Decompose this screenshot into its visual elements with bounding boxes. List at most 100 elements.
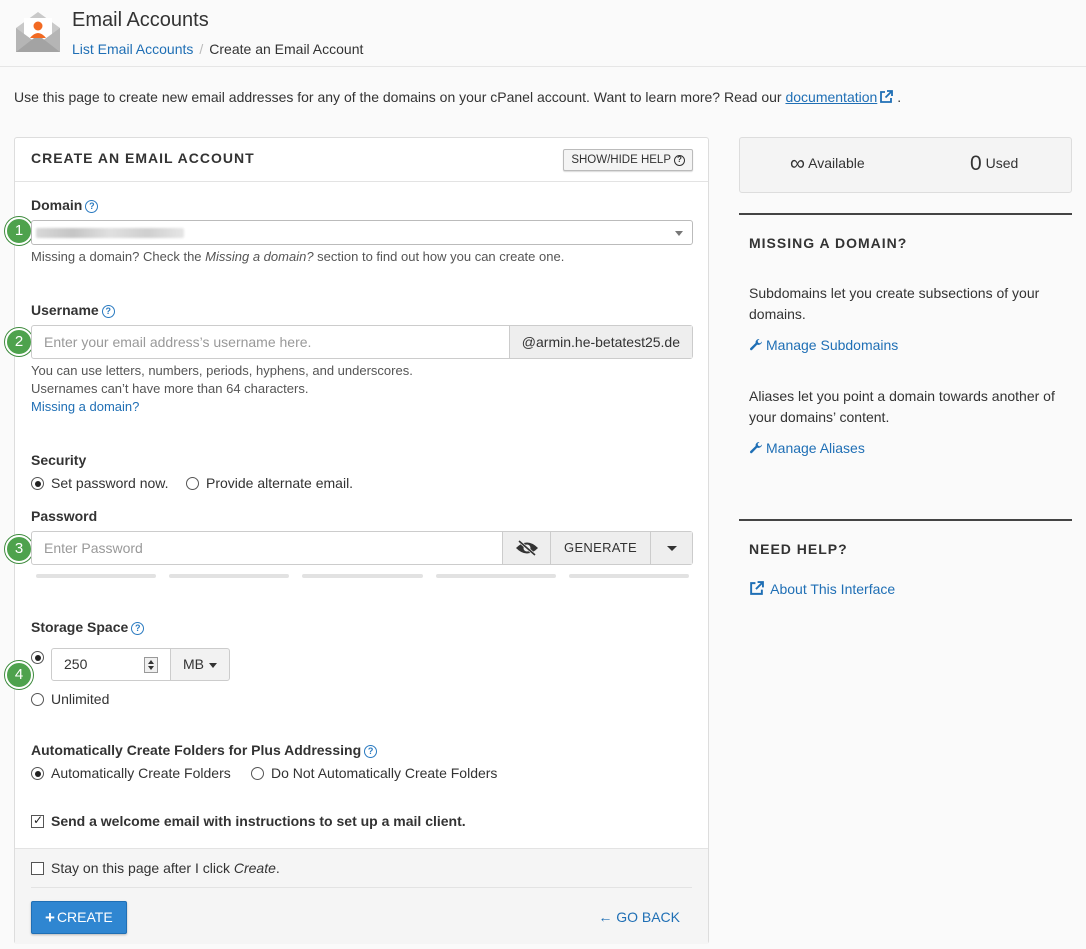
- storage-unit-dropdown[interactable]: MB: [170, 648, 230, 681]
- stay-label-em: Create: [233, 860, 276, 876]
- about-interface-label: About This Interface: [770, 581, 896, 597]
- generate-password-button[interactable]: GENERATE: [550, 532, 650, 564]
- used-label: Used: [985, 155, 1019, 171]
- domain-hint-before: Missing a domain? Check the: [31, 249, 206, 264]
- username-help-icon[interactable]: ?: [101, 305, 115, 318]
- strength-segment: [302, 574, 423, 578]
- external-link-icon: [749, 581, 764, 599]
- breadcrumb-list-email-accounts[interactable]: List Email Accounts: [72, 41, 193, 57]
- storage-label-text: Storage Space: [31, 619, 129, 635]
- email-quota-stats: ∞ Available 0 Used: [739, 137, 1072, 193]
- username-hint-length: Usernames can’t have more than 64 charac…: [31, 381, 309, 396]
- set-password-label: Set password now.: [51, 475, 169, 491]
- password-label: Password: [31, 508, 98, 524]
- manage-subdomains-link[interactable]: Manage Subdomains: [749, 337, 898, 355]
- password-input[interactable]: Enter Password: [32, 532, 502, 564]
- storage-value-radio-wrap[interactable]: [31, 649, 51, 665]
- password-strength-meter: [36, 574, 690, 578]
- manage-subdomains-label: Manage Subdomains: [766, 337, 899, 353]
- plus-addressing-label-text: Automatically Create Folders for Plus Ad…: [31, 742, 362, 758]
- username-input-group: Enter your email address’s username here…: [31, 325, 693, 359]
- storage-quota-input[interactable]: 250: [51, 648, 171, 681]
- security-option-alternate-email[interactable]: Provide alternate email.: [186, 475, 353, 491]
- storage-quota-value: 250: [64, 656, 88, 672]
- domain-label: Domain?: [31, 197, 99, 213]
- storage-label: Storage Space?: [31, 619, 145, 635]
- plus-addressing-label: Automatically Create Folders for Plus Ad…: [31, 742, 378, 758]
- strength-segment: [169, 574, 290, 578]
- generate-options-dropdown[interactable]: [650, 532, 692, 564]
- storage-unlimited-option[interactable]: Unlimited: [31, 691, 109, 707]
- plus-addressing-help-icon[interactable]: ?: [364, 745, 378, 758]
- email-accounts-app-icon: [14, 8, 62, 56]
- domain-hint-after: section to find out how you can create o…: [313, 249, 565, 264]
- username-input[interactable]: Enter your email address’s username here…: [32, 326, 509, 358]
- alternate-email-label: Provide alternate email.: [206, 475, 354, 491]
- strength-segment: [435, 574, 556, 578]
- breadcrumb-separator: /: [199, 41, 204, 57]
- go-back-label: GO BACK: [616, 909, 680, 925]
- auto-create-folders-label: Automatically Create Folders: [51, 765, 231, 781]
- used-stat: 0 Used: [970, 152, 1018, 176]
- no-auto-create-folders-label: Do Not Automatically Create Folders: [271, 765, 498, 781]
- storage-unlimited-radio[interactable]: [31, 693, 44, 706]
- stay-on-page-option[interactable]: Stay on this page after I click Create.: [31, 860, 280, 876]
- subdomains-description: Subdomains let you create subsections of…: [749, 285, 1040, 322]
- username-label-text: Username: [31, 302, 99, 318]
- panel-footer: Stay on this page after I click Create. …: [15, 848, 708, 944]
- auto-create-folders-option[interactable]: Automatically Create Folders: [31, 765, 231, 781]
- welcome-email-checkbox[interactable]: [31, 813, 44, 828]
- intro-sentence: Use this page to create new email addres…: [14, 89, 782, 105]
- available-label: Available: [808, 155, 865, 171]
- create-button[interactable]: + CREATE: [31, 901, 127, 934]
- create-email-panel: CREATE AN EMAIL ACCOUNT SHOW/HIDE HELP? …: [5, 137, 709, 944]
- wrench-icon: [749, 441, 763, 458]
- manage-aliases-link[interactable]: Manage Aliases: [749, 440, 865, 458]
- caret-down-icon: [209, 663, 217, 668]
- username-domain-suffix: @armin.he-betatest25.de: [508, 326, 692, 358]
- storage-help-icon[interactable]: ?: [131, 622, 145, 635]
- domain-label-text: Domain: [31, 197, 83, 213]
- caret-down-icon: [667, 546, 677, 551]
- plus-icon: +: [45, 908, 55, 927]
- missing-domain-link[interactable]: Missing a domain?: [31, 398, 139, 416]
- security-option-set-password[interactable]: Set password now.: [31, 475, 169, 491]
- welcome-email-option[interactable]: Send a welcome email with instructions t…: [31, 813, 466, 829]
- no-auto-create-folders-option[interactable]: Do Not Automatically Create Folders: [251, 765, 497, 781]
- eye-slash-icon: [515, 539, 539, 559]
- about-interface-link[interactable]: About This Interface: [749, 581, 895, 599]
- need-help-heading: NEED HELP?: [749, 541, 848, 557]
- documentation-link[interactable]: documentation: [785, 89, 877, 105]
- stay-label-before: Stay on this page after I click: [51, 860, 234, 876]
- set-password-radio[interactable]: [31, 477, 44, 490]
- storage-value-radio[interactable]: [31, 651, 44, 664]
- intro-text: Use this page to create new email addres…: [14, 89, 901, 107]
- domain-hint: Missing a domain? Check the Missing a do…: [31, 248, 564, 266]
- available-stat: ∞ Available: [790, 152, 865, 176]
- missing-domain-section: MISSING A DOMAIN? Subdomains let you cre…: [739, 213, 1072, 513]
- number-spinner[interactable]: [144, 657, 158, 673]
- username-label: Username?: [31, 302, 115, 318]
- alternate-email-radio[interactable]: [186, 477, 199, 490]
- domain-help-icon[interactable]: ?: [85, 200, 99, 213]
- step-badge-3: 3: [5, 535, 33, 563]
- auto-create-folders-radio[interactable]: [31, 767, 44, 780]
- username-hint-chars: You can use letters, numbers, periods, h…: [31, 363, 413, 378]
- no-auto-create-folders-radio[interactable]: [251, 767, 264, 780]
- strength-segment: [36, 574, 157, 578]
- page-header: Email Accounts List Email Accounts / Creat…: [0, 0, 1086, 67]
- strength-segment: [568, 574, 690, 578]
- go-back-link[interactable]: ← GO BACK: [598, 909, 680, 925]
- chevron-down-icon: [675, 231, 683, 236]
- domain-select[interactable]: [31, 220, 693, 245]
- security-label: Security: [31, 452, 87, 468]
- stay-on-page-checkbox[interactable]: [31, 862, 44, 875]
- show-hide-help-button[interactable]: SHOW/HIDE HELP?: [563, 149, 693, 171]
- step-badge-1: 1: [5, 217, 33, 245]
- need-help-section: NEED HELP? About This Interface: [739, 519, 1072, 619]
- domain-hint-em: Missing a domain?: [205, 249, 314, 264]
- toggle-password-visibility-button[interactable]: [502, 532, 551, 564]
- used-count: 0: [970, 152, 982, 175]
- external-link-icon[interactable]: [879, 90, 894, 107]
- breadcrumb-current: Create an Email Account: [209, 41, 364, 57]
